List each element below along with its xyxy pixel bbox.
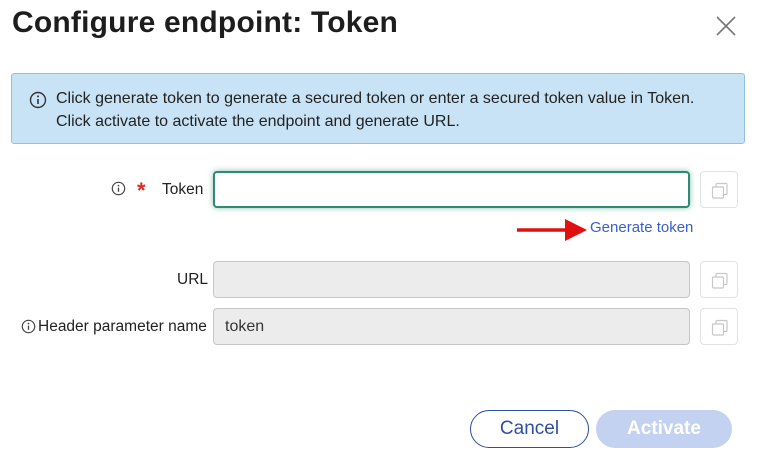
url-label: URL <box>177 271 209 288</box>
info-icon <box>29 91 47 109</box>
banner-message: Click generate token to generate a secur… <box>56 87 732 133</box>
activate-button[interactable]: Activate <box>596 410 732 448</box>
cancel-button[interactable]: Cancel <box>470 410 589 448</box>
copy-icon <box>711 319 728 336</box>
copy-icon <box>711 182 728 199</box>
required-indicator: * <box>137 178 146 203</box>
info-banner: Click generate token to generate a secur… <box>11 73 745 144</box>
banner-line-2: Click activate to activate the endpoint … <box>56 113 460 130</box>
token-input[interactable] <box>213 171 690 208</box>
token-label: Token <box>162 181 204 198</box>
banner-line-1: Click generate token to generate a secur… <box>56 90 695 107</box>
header-parameter-copy-button[interactable] <box>700 308 738 345</box>
header-parameter-info-icon[interactable] <box>21 319 36 334</box>
generate-token-link[interactable]: Generate token <box>590 219 693 236</box>
header-parameter-label: Header parameter name <box>38 318 207 335</box>
url-copy-button[interactable] <box>700 261 738 298</box>
close-button[interactable] <box>713 13 739 39</box>
annotation-arrow <box>517 219 587 241</box>
token-copy-button[interactable] <box>700 171 738 208</box>
url-input <box>213 261 690 298</box>
header-parameter-input <box>213 308 690 345</box>
dialog-title: Configure endpoint: Token <box>12 6 399 39</box>
copy-icon <box>711 272 728 289</box>
token-info-icon[interactable] <box>111 181 126 196</box>
close-icon <box>716 16 736 36</box>
